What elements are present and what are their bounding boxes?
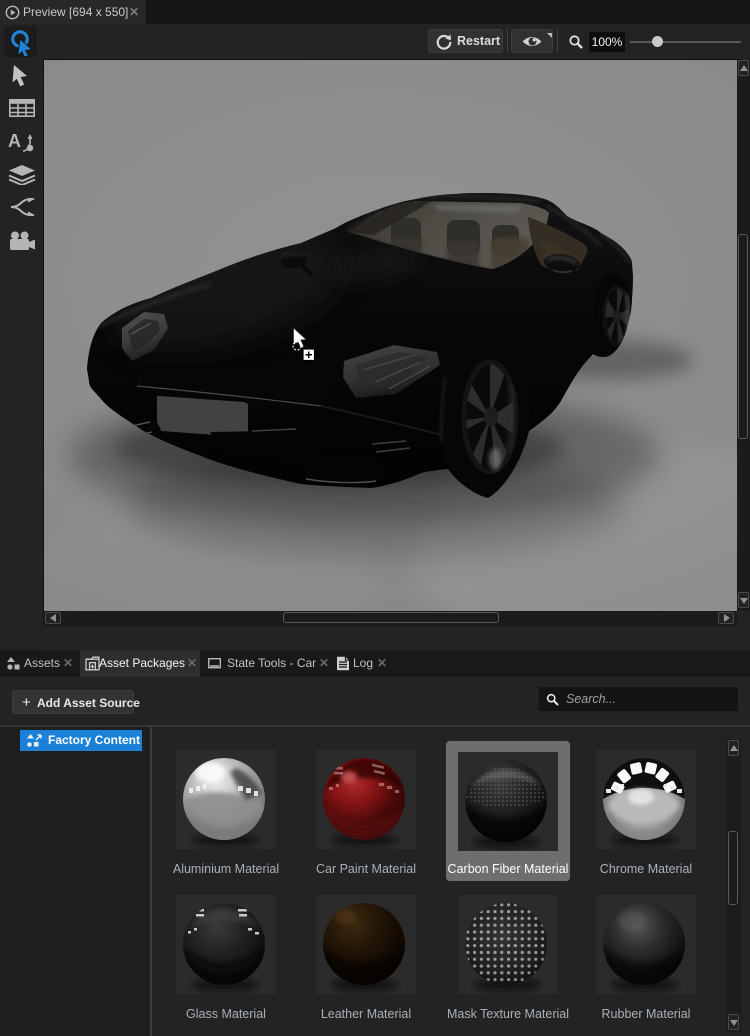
svg-text:A: A	[8, 131, 21, 151]
